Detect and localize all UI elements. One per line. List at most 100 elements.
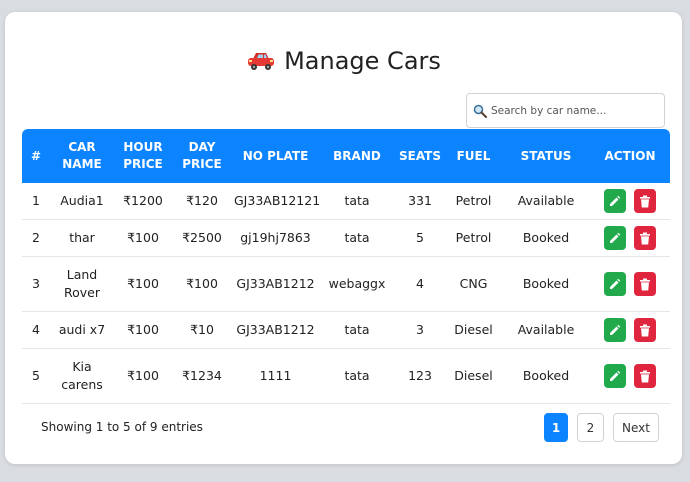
trash-icon — [640, 370, 650, 382]
edit-button[interactable] — [604, 226, 626, 250]
cell-seats: 4 — [395, 256, 445, 312]
col-header-no-plate[interactable]: NO PLATE — [232, 129, 319, 183]
cell-no-plate: GJ33AB1212 — [232, 311, 319, 349]
table-row: 4 audi x7 ₹100 ₹10 GJ33AB1212 tata 3 Die… — [22, 311, 670, 349]
col-header-status[interactable]: STATUS — [502, 129, 590, 183]
cell-actions — [590, 183, 670, 220]
cell-hour-price: ₹100 — [114, 348, 172, 404]
cell-status: Booked — [502, 256, 590, 312]
cell-status: Available — [502, 311, 590, 349]
cell-brand: tata — [319, 311, 395, 349]
col-header-day-price[interactable]: DAY PRICE — [172, 129, 232, 183]
cell-car-name: thar — [50, 219, 114, 257]
page-title-text: Manage Cars — [284, 47, 441, 75]
cell-hour-price: ₹100 — [114, 311, 172, 349]
page-title: Manage Cars — [5, 43, 682, 79]
trash-icon — [640, 324, 650, 336]
pencil-icon — [610, 324, 621, 335]
delete-button[interactable] — [634, 272, 656, 296]
col-header-brand[interactable]: BRAND — [319, 129, 395, 183]
cell-status: Available — [502, 183, 590, 220]
table-row: 1 Audia1 ₹1200 ₹120 GJ33AB12121 tata 331… — [22, 183, 670, 220]
cell-day-price: ₹100 — [172, 256, 232, 312]
cell-brand: tata — [319, 348, 395, 404]
table-row: 2 thar ₹100 ₹2500 gj19hj7863 tata 5 Petr… — [22, 219, 670, 257]
cell-number: 2 — [22, 219, 50, 257]
cell-actions — [590, 256, 670, 312]
cell-day-price: ₹120 — [172, 183, 232, 220]
cell-day-price: ₹1234 — [172, 348, 232, 404]
page-button-2[interactable]: 2 — [577, 413, 604, 442]
cell-fuel: Diesel — [445, 311, 502, 349]
delete-button[interactable] — [634, 318, 656, 342]
row-actions — [592, 189, 668, 213]
cell-number: 4 — [22, 311, 50, 349]
cell-car-name: audi x7 — [50, 311, 114, 349]
cell-status: Booked — [502, 348, 590, 404]
table-row: 5 Kia carens ₹100 ₹1234 1111 tata 123 Di… — [22, 348, 670, 404]
trash-icon — [640, 278, 650, 290]
table-header-row: # CAR NAME HOUR PRICE DAY PRICE NO PLATE… — [22, 129, 670, 183]
cell-brand: tata — [319, 183, 395, 220]
delete-button[interactable] — [634, 364, 656, 388]
cell-number: 5 — [22, 348, 50, 404]
pencil-icon — [610, 278, 621, 289]
search-icon — [473, 104, 487, 118]
cell-number: 1 — [22, 183, 50, 220]
car-icon — [248, 53, 275, 70]
cell-actions — [590, 311, 670, 349]
edit-button[interactable] — [604, 364, 626, 388]
row-actions — [592, 226, 668, 250]
row-actions — [592, 318, 668, 342]
pencil-icon — [610, 370, 621, 381]
edit-button[interactable] — [604, 272, 626, 296]
delete-button[interactable] — [634, 226, 656, 250]
col-header-fuel[interactable]: FUEL — [445, 129, 502, 183]
search-box[interactable] — [466, 93, 665, 128]
pencil-icon — [610, 195, 621, 206]
next-page-button[interactable]: Next — [613, 413, 659, 442]
cell-seats: 5 — [395, 219, 445, 257]
page-button-1[interactable]: 1 — [544, 413, 568, 442]
entries-info: Showing 1 to 5 of 9 entries — [41, 420, 203, 434]
cell-no-plate: gj19hj7863 — [232, 219, 319, 257]
cell-number: 3 — [22, 256, 50, 312]
col-header-action: ACTION — [604, 148, 656, 163]
search-input[interactable] — [491, 104, 661, 117]
col-header-hour-price[interactable]: HOUR PRICE — [114, 129, 172, 183]
cell-seats: 3 — [395, 311, 445, 349]
cell-car-name: Audia1 — [50, 183, 114, 220]
trash-icon — [640, 232, 650, 244]
cell-actions — [590, 348, 670, 404]
cell-hour-price: ₹100 — [114, 256, 172, 312]
cell-seats: 123 — [395, 348, 445, 404]
cell-fuel: Petrol — [445, 183, 502, 220]
col-header-seats[interactable]: SEATS — [395, 129, 445, 183]
row-actions — [592, 272, 668, 296]
cell-no-plate: GJ33AB12121 — [232, 183, 320, 220]
cell-fuel: Petrol — [445, 219, 502, 257]
cell-actions — [590, 219, 670, 257]
row-actions — [592, 364, 668, 388]
cars-table: # CAR NAME HOUR PRICE DAY PRICE NO PLATE… — [22, 129, 670, 404]
cell-day-price: ₹2500 — [172, 219, 232, 257]
cell-hour-price: ₹100 — [114, 219, 172, 257]
cell-status: Booked — [502, 219, 590, 257]
cell-day-price: ₹10 — [172, 311, 232, 349]
edit-button[interactable] — [604, 318, 626, 342]
edit-button[interactable] — [604, 189, 626, 213]
pencil-icon — [610, 232, 621, 243]
delete-button[interactable] — [634, 189, 656, 213]
cell-no-plate: 1111 — [232, 348, 319, 404]
cell-car-name: Kia carens — [50, 348, 114, 404]
cell-fuel: Diesel — [445, 348, 502, 404]
col-header-number[interactable]: # — [22, 129, 50, 183]
col-header-car-name[interactable]: CAR NAME — [50, 129, 114, 183]
cell-no-plate: GJ33AB1212 — [232, 256, 319, 312]
pagination: 1 2 Next — [544, 413, 659, 442]
cell-hour-price: ₹1200 — [114, 183, 172, 220]
trash-icon — [640, 195, 650, 207]
cell-car-name: Land Rover — [50, 256, 114, 312]
cell-brand: tata — [319, 219, 395, 257]
cell-seats: 331 — [395, 183, 445, 220]
